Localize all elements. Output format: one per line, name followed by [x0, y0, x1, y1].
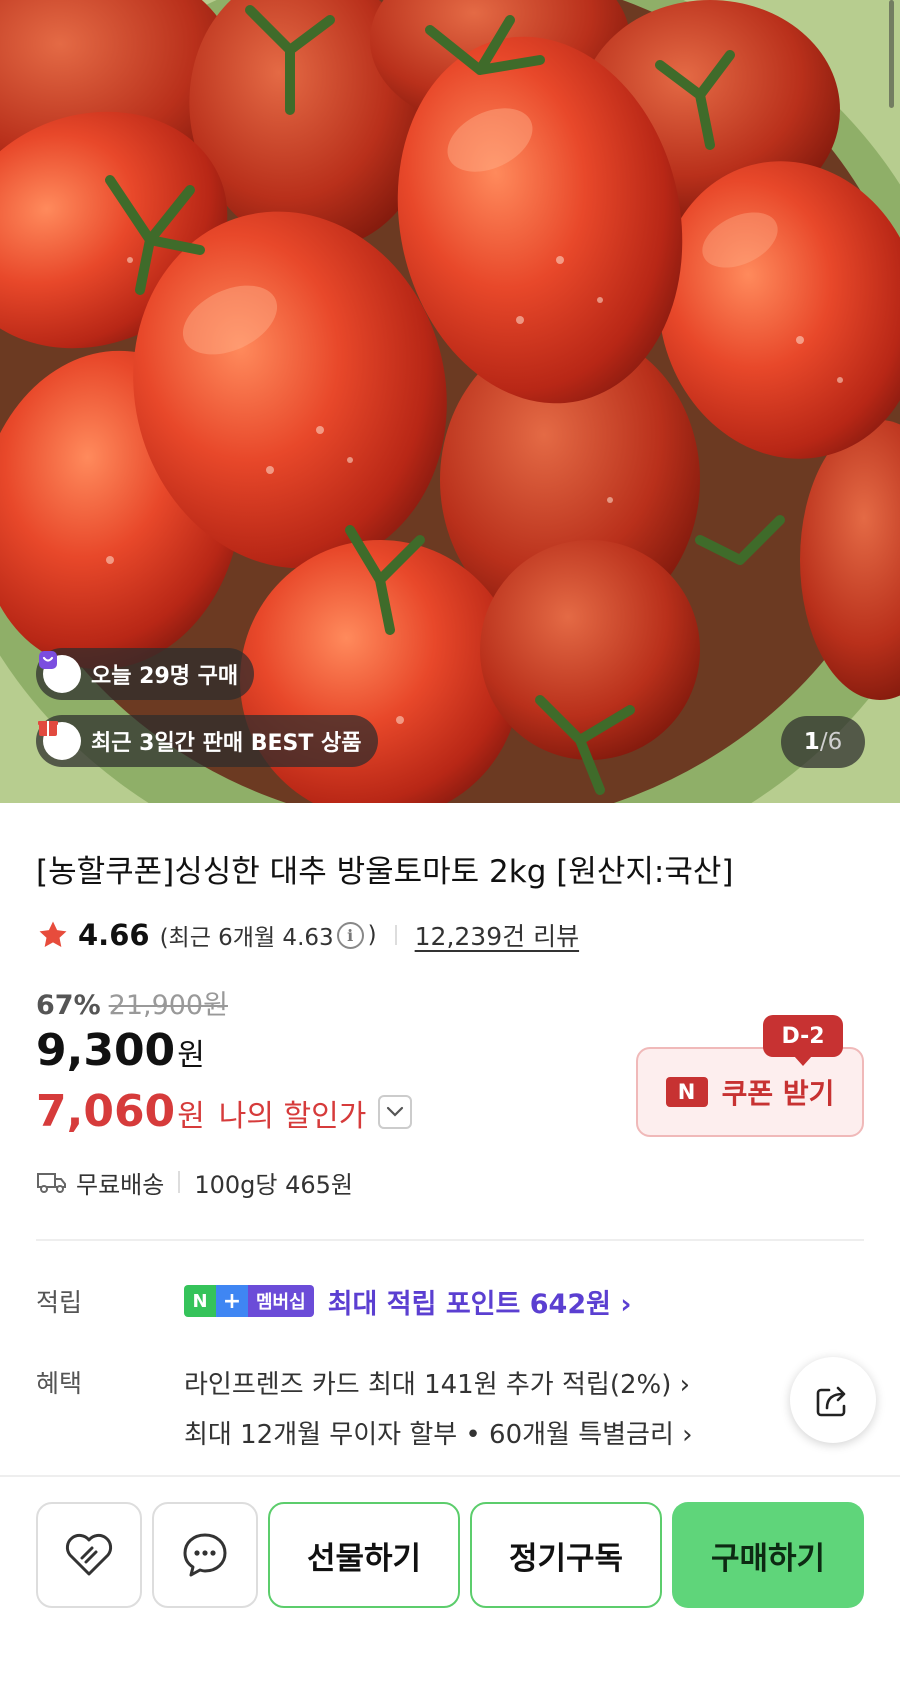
- my-price-label: 나의 할인가: [218, 1099, 367, 1134]
- original-price: 21,900원: [108, 990, 228, 1021]
- subscribe-button[interactable]: 정기구독: [470, 1502, 662, 1608]
- info-icon[interactable]: i: [336, 921, 364, 949]
- gift-button[interactable]: 선물하기: [268, 1502, 460, 1608]
- star-icon: [39, 921, 67, 948]
- product-image[interactable]: 오늘 29명 구매 최근 3일간 판매 BEST 상품 1 / 6: [0, 0, 900, 803]
- chat-button[interactable]: [152, 1502, 258, 1608]
- max-points-link[interactable]: 최대 적립 포인트 642원 ›: [328, 1282, 632, 1321]
- recent-rating: (최근 6개월 4.63 i ): [159, 921, 377, 951]
- card-benefit-link[interactable]: 라인프렌즈 카드 최대 141원 추가 적립(2%) ›: [184, 1357, 693, 1407]
- points-row[interactable]: 적립 N + 멤버십 최대 적립 포인트 642원 ›: [36, 1278, 632, 1324]
- free-shipping: 무료배송: [76, 1170, 165, 1199]
- membership-badge: N + 멤버십: [184, 1285, 314, 1317]
- best-seller-badge: 최근 3일간 판매 BEST 상품: [36, 715, 378, 767]
- sale-price: 9,300 원: [36, 1025, 205, 1076]
- divider: [178, 1171, 181, 1193]
- rating-score: 4.66: [78, 918, 150, 952]
- coupon-dday-badge: D-2: [763, 1015, 843, 1066]
- gift-box-icon: [38, 721, 81, 760]
- share-icon: [816, 1386, 846, 1417]
- shopping-bag-icon: [39, 651, 81, 693]
- scroll-thumb[interactable]: [889, 0, 894, 108]
- bottom-action-bar: 선물하기 정기구독 구매하기: [0, 1475, 900, 1705]
- purchase-count-badge: 오늘 29명 구매: [36, 648, 255, 700]
- purchase-count-text: 오늘 29명 구매: [91, 664, 239, 689]
- naver-n-icon: N: [665, 1077, 708, 1107]
- discount-row: 67% 21,900원: [36, 983, 228, 1022]
- image-page-indicator: 1 / 6: [781, 716, 865, 768]
- get-coupon-button[interactable]: N 쿠폰 받기: [636, 1047, 864, 1137]
- truck-icon: [37, 1173, 66, 1193]
- benefits-label: 혜택: [36, 1369, 83, 1398]
- wishlist-button[interactable]: [36, 1502, 142, 1608]
- heart-icon: [65, 1533, 113, 1576]
- shipping-row: 무료배송 100g당 465원: [36, 1162, 353, 1202]
- chat-bubble-icon: [183, 1533, 227, 1577]
- installment-benefit-link[interactable]: 최대 12개월 무이자 할부 • 60개월 특별금리 ›: [184, 1407, 693, 1457]
- product-title: [농할쿠폰]싱싱한 대추 방울토마토 2kg [원산지:국산]: [36, 854, 734, 890]
- review-count-link[interactable]: 12,239건 리뷰: [415, 917, 579, 953]
- my-discount-price: 7,060 원 나의 할인가: [36, 1086, 413, 1137]
- section-divider: [36, 1239, 864, 1241]
- best-seller-text: 최근 3일간 판매 BEST 상품: [91, 731, 362, 756]
- discount-percent: 67%: [36, 990, 101, 1021]
- share-button[interactable]: [790, 1357, 876, 1443]
- points-label: 적립: [36, 1288, 83, 1317]
- divider: [394, 925, 397, 945]
- benefits-row: 혜택 라인프렌즈 카드 최대 141원 추가 적립(2%) › 최대 12개월 …: [36, 1357, 693, 1457]
- rating-row: 4.66 (최근 6개월 4.63 i ) 12,239건 리뷰: [36, 915, 579, 955]
- buy-button[interactable]: 구매하기: [672, 1502, 864, 1608]
- unit-price: 100g당 465원: [194, 1170, 353, 1199]
- chevron-down-icon[interactable]: [378, 1094, 413, 1129]
